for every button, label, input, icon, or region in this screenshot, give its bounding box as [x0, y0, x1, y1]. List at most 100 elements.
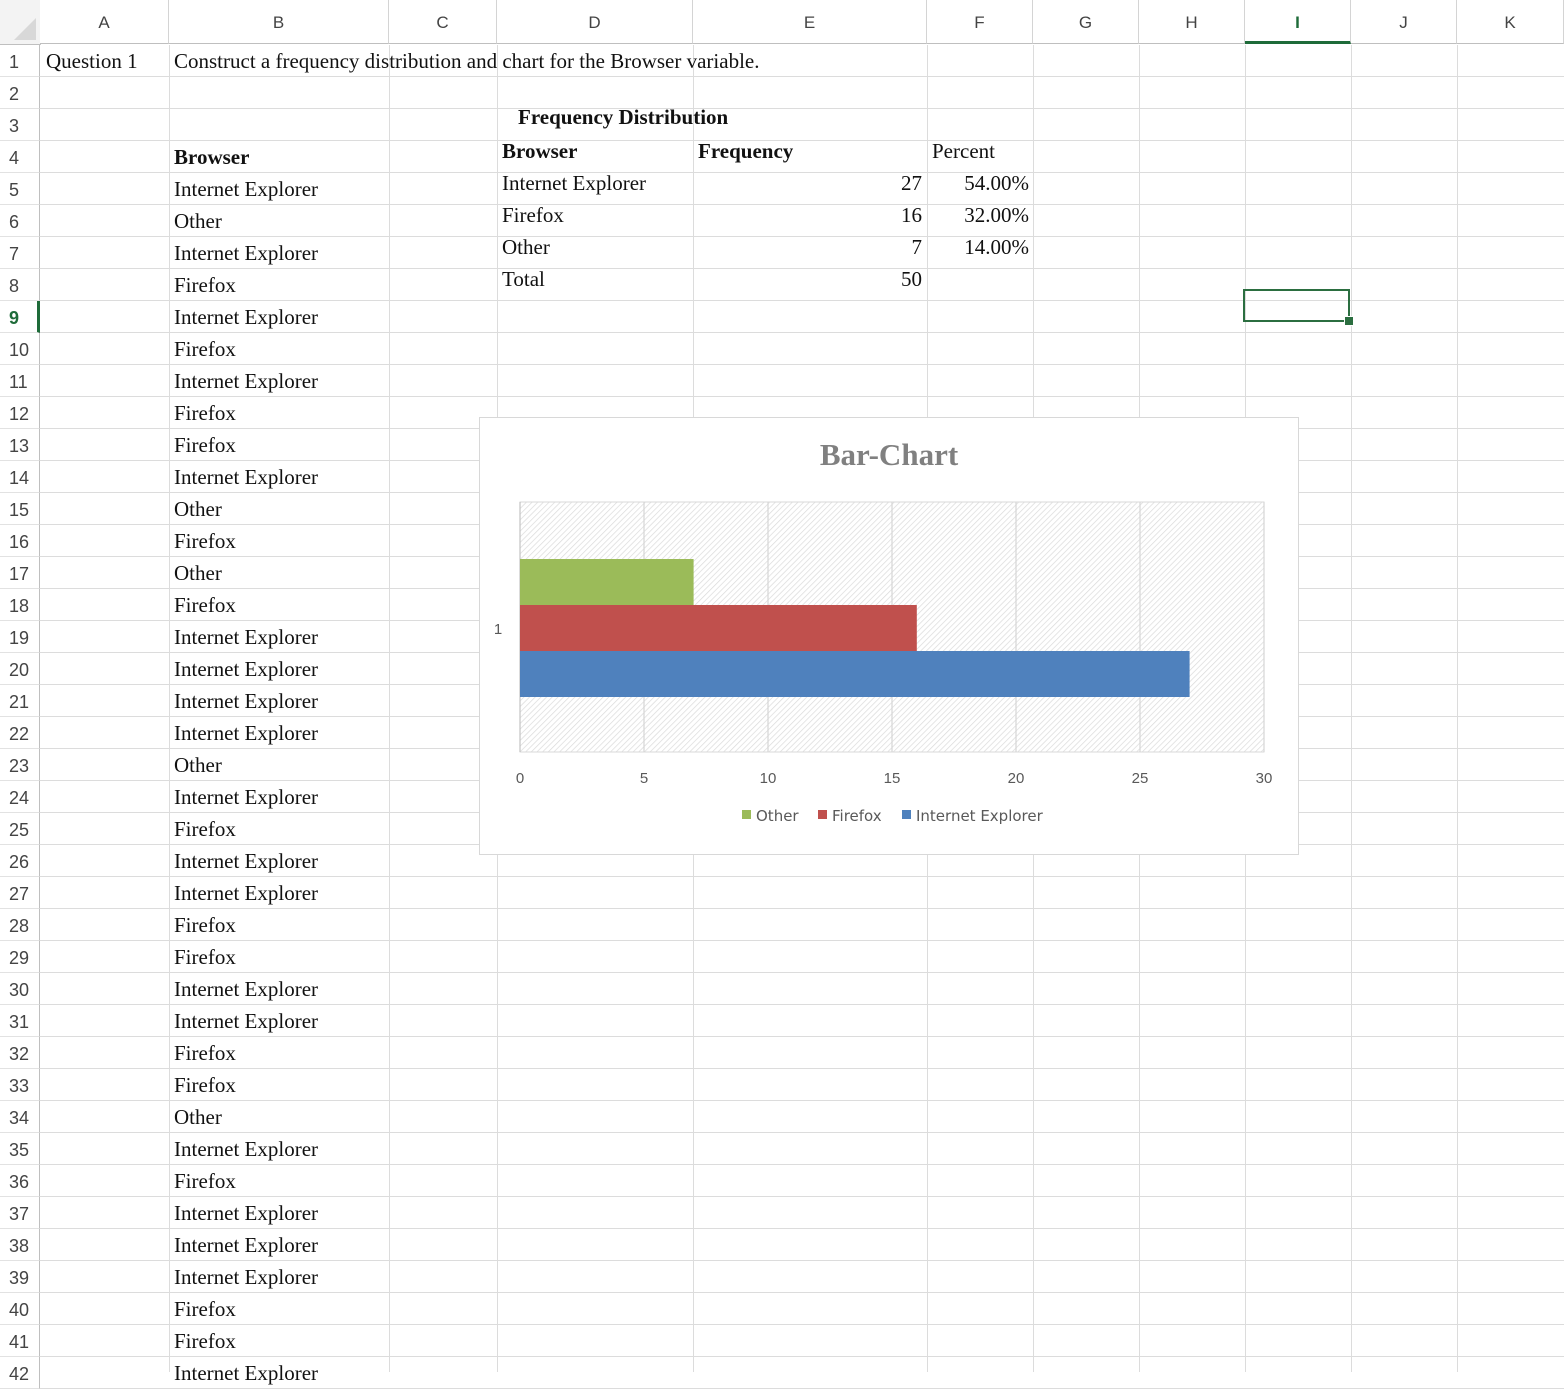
browser-cell[interactable]: Internet Explorer: [174, 305, 318, 329]
freq-row-browser[interactable]: Internet Explorer: [502, 171, 646, 195]
row-header[interactable]: 19: [0, 621, 40, 653]
cell-b1-question-text[interactable]: Construct a frequency distribution and c…: [174, 49, 759, 73]
column-header-h[interactable]: H: [1139, 0, 1245, 44]
row-header[interactable]: 33: [0, 1069, 40, 1101]
row-header[interactable]: 16: [0, 525, 40, 557]
row-header[interactable]: 17: [0, 557, 40, 589]
browser-cell[interactable]: Firefox: [174, 913, 236, 937]
freq-row-percent[interactable]: 54.00%: [927, 171, 1029, 195]
row-header[interactable]: 20: [0, 653, 40, 685]
column-header-d[interactable]: D: [497, 0, 693, 44]
row-header[interactable]: 1: [0, 45, 40, 77]
column-header-c[interactable]: C: [389, 0, 497, 44]
browser-cell[interactable]: Internet Explorer: [174, 1137, 318, 1161]
browser-cell[interactable]: Firefox: [174, 1169, 236, 1193]
row-header[interactable]: 13: [0, 429, 40, 461]
row-header[interactable]: 6: [0, 205, 40, 237]
row-header[interactable]: 2: [0, 77, 40, 109]
column-header-e[interactable]: E: [693, 0, 927, 44]
row-header[interactable]: 31: [0, 1005, 40, 1037]
select-all-corner[interactable]: [0, 0, 41, 45]
column-header-g[interactable]: G: [1033, 0, 1139, 44]
row-header[interactable]: 38: [0, 1229, 40, 1261]
row-header[interactable]: 42: [0, 1357, 40, 1389]
freq-header-browser[interactable]: Browser: [502, 139, 577, 163]
bar-chart[interactable]: Bar-Chart 0 5 10 15 20 25 30 1 Other Firefox Inter…: [479, 417, 1299, 855]
row-header[interactable]: 11: [0, 365, 40, 397]
row-header[interactable]: 32: [0, 1037, 40, 1069]
browser-cell[interactable]: Other: [174, 209, 222, 233]
row-header[interactable]: 9: [0, 301, 40, 333]
browser-cell[interactable]: Internet Explorer: [174, 177, 318, 201]
browser-cell[interactable]: Other: [174, 497, 222, 521]
row-header[interactable]: 15: [0, 493, 40, 525]
browser-cell[interactable]: Firefox: [174, 1329, 236, 1353]
cell-a1-question-label[interactable]: Question 1: [46, 49, 138, 73]
fill-handle[interactable]: [1344, 316, 1354, 326]
browser-cell[interactable]: Internet Explorer: [174, 881, 318, 905]
row-header[interactable]: 24: [0, 781, 40, 813]
browser-cell[interactable]: Internet Explorer: [174, 625, 318, 649]
browser-cell[interactable]: Internet Explorer: [174, 721, 318, 745]
row-header[interactable]: 41: [0, 1325, 40, 1357]
browser-cell[interactable]: Firefox: [174, 337, 236, 361]
browser-cell[interactable]: Internet Explorer: [174, 1265, 318, 1289]
column-header-b[interactable]: B: [169, 0, 389, 44]
browser-cell[interactable]: Firefox: [174, 1073, 236, 1097]
browser-cell[interactable]: Other: [174, 1105, 222, 1129]
row-header[interactable]: 37: [0, 1197, 40, 1229]
freq-row-frequency[interactable]: 7: [693, 235, 923, 259]
column-header-k[interactable]: K: [1457, 0, 1564, 44]
row-header[interactable]: 10: [0, 333, 40, 365]
browser-cell[interactable]: Internet Explorer: [174, 465, 318, 489]
row-header[interactable]: 25: [0, 813, 40, 845]
freq-row-percent[interactable]: 32.00%: [927, 203, 1029, 227]
browser-cell[interactable]: Internet Explorer: [174, 241, 318, 265]
browser-cell[interactable]: Firefox: [174, 817, 236, 841]
browser-column-header[interactable]: Browser: [174, 145, 249, 169]
browser-cell[interactable]: Internet Explorer: [174, 657, 318, 681]
freq-row-browser[interactable]: Other: [502, 235, 550, 259]
browser-cell[interactable]: Internet Explorer: [174, 785, 318, 809]
row-header[interactable]: 36: [0, 1165, 40, 1197]
row-header[interactable]: 3: [0, 109, 40, 141]
row-header[interactable]: 12: [0, 397, 40, 429]
row-header[interactable]: 28: [0, 909, 40, 941]
freq-total-frequency[interactable]: 50: [693, 267, 922, 291]
row-header[interactable]: 27: [0, 877, 40, 909]
row-header[interactable]: 30: [0, 973, 40, 1005]
column-header-i[interactable]: I: [1245, 0, 1351, 44]
row-header[interactable]: 22: [0, 717, 40, 749]
browser-cell[interactable]: Firefox: [174, 433, 236, 457]
browser-cell[interactable]: Firefox: [174, 1041, 236, 1065]
freq-header-percent[interactable]: Percent: [932, 139, 995, 163]
browser-cell[interactable]: Internet Explorer: [174, 369, 318, 393]
column-header-a[interactable]: A: [40, 0, 169, 44]
row-header[interactable]: 8: [0, 269, 40, 301]
browser-cell[interactable]: Internet Explorer: [174, 689, 318, 713]
browser-cell[interactable]: Firefox: [174, 273, 236, 297]
row-header[interactable]: 21: [0, 685, 40, 717]
browser-cell[interactable]: Firefox: [174, 593, 236, 617]
row-header[interactable]: 7: [0, 237, 40, 269]
browser-cell[interactable]: Internet Explorer: [174, 1009, 318, 1033]
browser-cell[interactable]: Internet Explorer: [174, 1233, 318, 1257]
row-header[interactable]: 26: [0, 845, 40, 877]
freq-row-percent[interactable]: 14.00%: [927, 235, 1029, 259]
browser-cell[interactable]: Internet Explorer: [174, 1201, 318, 1225]
row-header[interactable]: 40: [0, 1293, 40, 1325]
column-header-f[interactable]: F: [927, 0, 1033, 44]
freq-table-title[interactable]: Frequency Distribution: [518, 105, 728, 129]
row-header[interactable]: 18: [0, 589, 40, 621]
browser-cell[interactable]: Other: [174, 561, 222, 585]
row-header[interactable]: 23: [0, 749, 40, 781]
freq-row-frequency[interactable]: 27: [693, 171, 922, 195]
row-header[interactable]: 14: [0, 461, 40, 493]
row-header[interactable]: 34: [0, 1101, 40, 1133]
browser-cell[interactable]: Internet Explorer: [174, 1361, 318, 1385]
browser-cell[interactable]: Firefox: [174, 1297, 236, 1321]
browser-cell[interactable]: Other: [174, 753, 222, 777]
row-header[interactable]: 5: [0, 173, 40, 205]
row-header[interactable]: 35: [0, 1133, 40, 1165]
freq-total-label[interactable]: Total: [502, 267, 545, 291]
